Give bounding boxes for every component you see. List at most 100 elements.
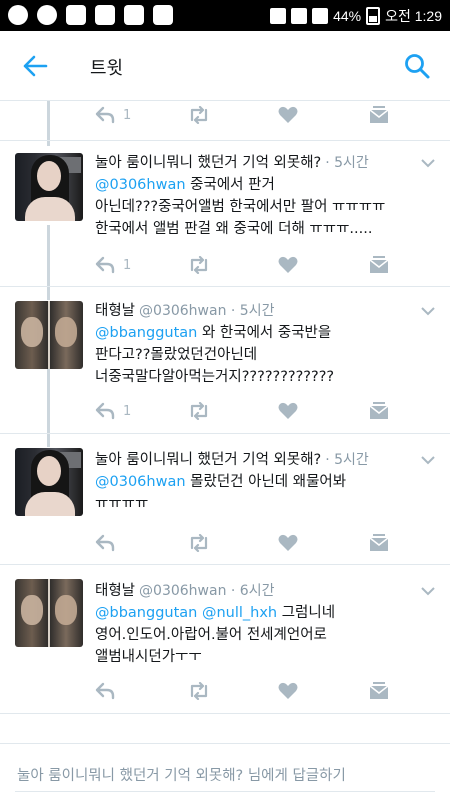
chevron-down-icon[interactable] [420,303,436,319]
reply-count: 1 [123,107,132,123]
notification-icons [8,5,173,25]
search-icon [405,54,430,79]
avatar[interactable] [15,448,83,516]
tweet-actions [95,679,395,703]
mention-link[interactable]: @bbanggutan @null_hxh [95,605,277,621]
retweet-icon [190,106,208,124]
tweet-text: @bbanggutan @null_hxh 그럼니네 영어.인도어.아랍어.불어… [95,605,336,665]
tweet-text: @bbanggutan 와 한국에서 중국반을 판다고??몰랐었던건아닌데 너중… [95,325,335,385]
reply-button[interactable]: 1 [95,253,131,277]
tweet-meta: @0306hwan · 6시간 [139,583,275,599]
reply-button[interactable] [95,531,123,555]
reply-icon [95,402,115,420]
app-notification-icon [8,5,28,25]
signal-icon [312,8,329,24]
retweet-icon [190,682,208,700]
envelope-icon [369,256,389,273]
input-underline [15,791,435,792]
retweet-button[interactable] [187,253,211,277]
message-button[interactable] [369,103,389,127]
envelope-icon [369,402,389,419]
tweet-text: @0306hwan 중국에서 판거 아닌데???중국어앨범 한국에서만 팔어 ㅠ… [95,177,386,237]
reply-button[interactable]: 1 [95,399,131,423]
back-arrow-icon [23,55,48,77]
tweet-meta: · 5시간 [325,155,369,171]
search-button[interactable] [402,51,432,81]
reply-count: 1 [123,403,132,419]
avatar[interactable] [15,301,83,369]
chevron-down-icon[interactable] [420,155,436,171]
display-name[interactable]: 태형날 [95,583,135,599]
retweet-icon [190,402,208,420]
like-button[interactable] [278,531,298,555]
mention-link[interactable]: @bbanggutan [95,325,197,341]
thread-connector [47,225,50,300]
retweet-button[interactable] [187,679,211,703]
heart-icon [278,256,298,273]
tweet-actions: 1 [95,399,395,423]
chevron-down-icon[interactable] [420,452,436,468]
display-name[interactable]: 태형날 [95,303,135,319]
reply-icon [95,106,115,124]
mention-link[interactable]: @0306hwan [95,474,186,490]
retweet-button[interactable] [187,531,211,555]
message-button[interactable] [369,399,389,423]
like-button[interactable] [278,253,298,277]
divider [0,140,450,141]
tweet-meta: · 5시간 [325,452,369,468]
message-button[interactable] [369,253,389,277]
like-button[interactable] [278,679,298,703]
retweet-icon [190,534,208,552]
reply-icon [95,682,115,700]
retweet-button[interactable] [187,399,211,423]
tweet-text: @0306hwan 몰랐던건 아닌데 왜물어봐 ㅠㅠㅠㅠ [95,474,347,512]
retweet-button[interactable] [187,103,211,127]
battery-percent: 44% [333,8,362,24]
display-name[interactable]: 눌아 룸이니뭐니 했던거 기억 외못해? [95,452,321,468]
divider [0,286,450,287]
divider [0,433,450,434]
mention-link[interactable]: @0306hwan [95,177,186,193]
like-button[interactable] [278,103,298,127]
reply-icon [95,534,115,552]
reply-icon [95,256,115,274]
battery-icon [366,7,381,25]
page-title: 트윗 [90,58,124,79]
message-button[interactable] [369,679,389,703]
tweet-header: 눌아 룸이니뭐니 했던거 기억 외못해? · 5시간 [95,151,415,171]
reply-button[interactable] [95,679,123,703]
reply-input-placeholder[interactable]: 눌아 룸이니뭐니 했던거 기억 외못해? 님에게 답글하기 [17,764,346,785]
chevron-down-icon[interactable] [420,583,436,599]
message-button[interactable] [369,531,389,555]
image-icon [95,5,115,25]
clock: 오전 1:29 [385,8,442,24]
heart-icon [278,402,298,419]
app-header: 트윗 [0,31,450,101]
status-bar: 44% 오전 1:29 [0,0,450,31]
tweet-meta: @0306hwan · 5시간 [139,303,275,319]
phone-icon [153,5,173,25]
like-button[interactable] [278,399,298,423]
document-icon [124,5,144,25]
reply-composer[interactable]: 눌아 룸이니뭐니 했던거 기억 외못해? 님에게 답글하기 [0,743,450,800]
envelope-icon [369,682,389,699]
back-button[interactable] [20,51,50,81]
avatar[interactable] [15,153,83,221]
wifi-icon [291,8,308,24]
tweet-actions: 1 [95,253,395,277]
avatar[interactable] [15,579,83,647]
tweet-header: 태형날 @0306hwan · 6시간 [95,579,415,599]
envelope-icon [369,534,389,551]
heart-icon [278,534,298,551]
mute-icon [270,8,287,24]
reply-count: 1 [123,257,132,273]
divider [0,564,450,565]
system-status: 44% 오전 1:29 [270,6,442,26]
heart-icon [278,106,298,123]
tweet-actions: 1 [95,103,395,127]
display-name[interactable]: 눌아 룸이니뭐니 했던거 기억 외못해? [95,155,321,171]
camera-notification-icon [37,5,57,25]
envelope-icon [369,106,389,123]
thread-connector [47,369,50,447]
reply-button[interactable]: 1 [95,103,131,127]
